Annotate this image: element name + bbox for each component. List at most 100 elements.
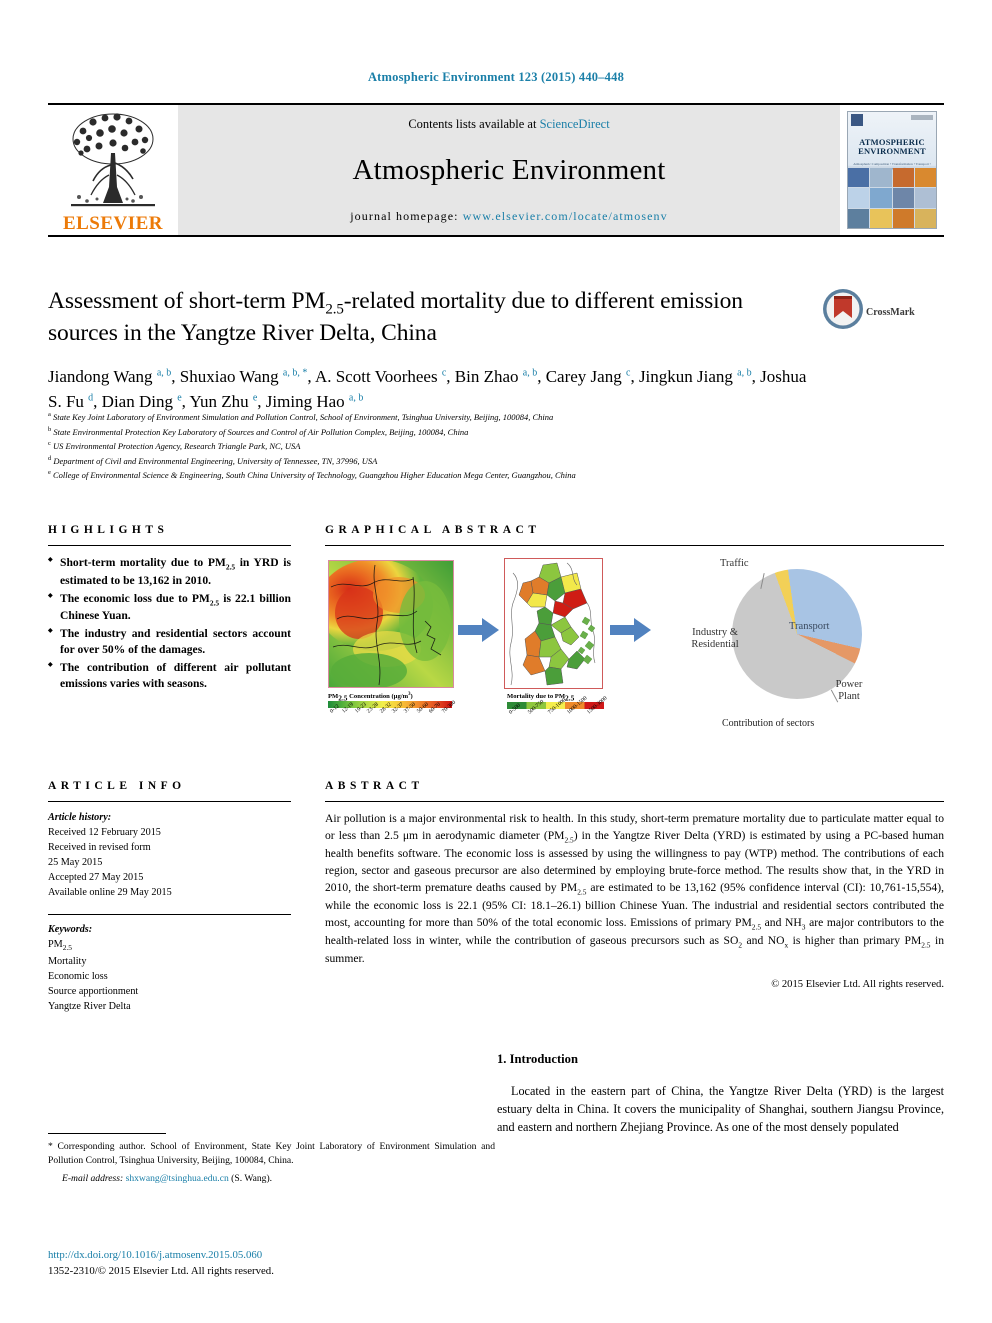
author-name: Shuxiao Wang bbox=[179, 367, 279, 387]
author-affiliation-mark: a, b bbox=[156, 367, 172, 379]
author-name: A. Scott Voorhees bbox=[314, 367, 438, 387]
email-address-link[interactable]: shxwang@tsinghua.edu.cn bbox=[126, 1173, 229, 1184]
pie-label-traffic: Traffic bbox=[720, 558, 749, 569]
author-list: Jiandong Wang a, b, Shuxiao Wang a, b, *… bbox=[48, 367, 807, 411]
cover-photo-grid bbox=[848, 168, 936, 228]
highlights-list: Short-term mortality due to PM2.5 in YRD… bbox=[48, 555, 291, 692]
keyword-item: Source apportionment bbox=[48, 985, 139, 997]
contents-prefix: Contents lists available at bbox=[408, 117, 537, 131]
right-arrow-icon bbox=[458, 618, 499, 642]
affiliation-item: a State Key Joint Laboratory of Environm… bbox=[48, 411, 554, 422]
elsevier-logo: ELSEVIER bbox=[48, 105, 178, 235]
author-affiliation-mark: a, b bbox=[522, 367, 538, 379]
introduction-heading: 1. Introduction bbox=[497, 1052, 578, 1066]
cover-barcode-mark bbox=[911, 115, 933, 120]
keywords-list: PM2.5 Mortality Economic loss Source apport… bbox=[48, 937, 291, 1014]
abstract-heading: ABSTRACT bbox=[325, 780, 424, 792]
corresponding-author-note: * Corresponding author. School of Enviro… bbox=[48, 1141, 495, 1166]
affiliation-item: b State Environmental Protection Key Lab… bbox=[48, 425, 469, 437]
page-title: Assessment of short-term PM2.5-related m… bbox=[48, 287, 818, 348]
author-affiliation-mark: d bbox=[88, 391, 94, 403]
affiliation-item: c US Environmental Protection Agency, Re… bbox=[48, 440, 301, 452]
pm25-map-raster bbox=[329, 561, 453, 687]
article-history-item: Received in revised form bbox=[48, 842, 151, 854]
article-history-item: Accepted 27 May 2015 bbox=[48, 872, 144, 884]
journal-article-page: Atmospheric Environment 123 (2015) 440–4… bbox=[0, 0, 992, 1323]
affiliation-label: c bbox=[48, 440, 51, 448]
cover-title-line2: ENVIRONMENT bbox=[858, 145, 926, 156]
introduction-paragraph: Located in the eastern part of China, th… bbox=[497, 1084, 944, 1134]
abstract-divider bbox=[325, 801, 944, 802]
introduction-section: 1. Introduction Located in the eastern p… bbox=[497, 1052, 944, 1137]
journal-cover-thumbnail: ATMOSPHERIC ENVIRONMENT Atmospheric Comp… bbox=[840, 105, 944, 235]
article-history-block: Article history: Received 12 February 20… bbox=[48, 810, 291, 901]
footnote-rule bbox=[48, 1133, 166, 1134]
journal-homepage-line: journal homepage: www.elsevier.com/locat… bbox=[350, 209, 668, 224]
keywords-label: Keywords: bbox=[48, 923, 93, 935]
abstract-text: Air pollution is a major environmental r… bbox=[325, 812, 944, 966]
abstract-section: ABSTRACT Air pollution is a major enviro… bbox=[325, 780, 944, 990]
email-line: E-mail address: shxwang@tsinghua.edu.cn … bbox=[48, 1173, 495, 1184]
cover-title: ATMOSPHERIC ENVIRONMENT bbox=[848, 138, 936, 156]
mortality-colorbar-ticks: 0-500 500-750 750-1000 1000-1500 1500-3000 bbox=[508, 695, 608, 717]
crossmark-badge[interactable]: CrossMark bbox=[822, 288, 944, 340]
article-info-section: ARTICLE INFO Article history: Received 1… bbox=[48, 780, 291, 1014]
running-head: Atmospheric Environment 123 (2015) 440–4… bbox=[367, 70, 625, 84]
crossmark-icon bbox=[823, 289, 863, 329]
author-name: Carey Jang bbox=[545, 367, 622, 387]
highlight-item: The economic loss due to PM2.5 is 22.1 b… bbox=[48, 591, 291, 625]
pie-label-transport: Transport bbox=[789, 621, 830, 632]
author-name: Jiandong Wang bbox=[48, 367, 153, 387]
author-affiliation-mark: a, b, * bbox=[282, 367, 308, 379]
flow-arrow-2 bbox=[610, 617, 652, 643]
article-history-list: Received 12 February 2015 Received in rev… bbox=[48, 825, 291, 900]
affiliation-label: d bbox=[48, 454, 52, 462]
graphical-abstract-divider bbox=[325, 545, 944, 546]
author-name: Jiming Hao bbox=[265, 391, 345, 411]
pie-label-industry-residential: Industry & Residential bbox=[691, 627, 739, 651]
highlight-item: The contribution of different air pollut… bbox=[48, 660, 291, 692]
author-name: Yun Zhu bbox=[189, 391, 249, 411]
keyword-item: Mortality bbox=[48, 955, 87, 967]
doi-link[interactable]: http://dx.doi.org/10.1016/j.atmosenv.201… bbox=[48, 1249, 262, 1261]
journal-masthead: ELSEVIER Contents lists available at Sci… bbox=[48, 103, 944, 237]
title-subscript: 2.5 bbox=[325, 301, 344, 318]
pie-label-power-plant: Power Plant bbox=[835, 679, 863, 703]
affiliation-label: b bbox=[48, 425, 52, 433]
doi-block: http://dx.doi.org/10.1016/j.atmosenv.201… bbox=[48, 1245, 495, 1277]
pm25-colorbar-ticks: 0-12 12-19 19-23 23-28 28-32 32-37 37-50 50-60 6… bbox=[329, 700, 457, 716]
graphical-abstract-body: PM2.5 Concentration (µg/m3) 0-12 12-19 19-… bbox=[325, 555, 944, 733]
homepage-url-link[interactable]: www.elsevier.com/locate/atmosenv bbox=[463, 209, 668, 223]
keyword-item: Yangtze River Delta bbox=[48, 1000, 131, 1012]
keyword-item: PM2.5 bbox=[48, 938, 72, 952]
cover-elsevier-mark bbox=[851, 114, 863, 126]
journal-title: Atmospheric Environment bbox=[352, 154, 666, 186]
email-label: E-mail address: bbox=[62, 1172, 124, 1184]
affiliation-item: e College of Environmental Science & Eng… bbox=[48, 469, 576, 481]
highlights-heading: HIGHLIGHTS bbox=[48, 524, 169, 536]
right-arrow-icon bbox=[610, 618, 651, 642]
article-info-divider bbox=[48, 801, 291, 802]
article-info-heading: ARTICLE INFO bbox=[48, 780, 186, 792]
article-history-item: Available online 29 May 2015 bbox=[48, 887, 172, 899]
masthead-center: Contents lists available at ScienceDirec… bbox=[178, 105, 840, 235]
keywords-block: Keywords: PM2.5 Mortality Economic loss Sou… bbox=[48, 922, 291, 1014]
pm25-concentration-map bbox=[328, 560, 454, 688]
contents-available-line: Contents lists available at ScienceDirec… bbox=[408, 117, 609, 132]
pie-chart-caption: Contribution of sectors bbox=[722, 718, 815, 729]
author-name: Jingkun Jiang bbox=[638, 367, 733, 387]
author-affiliation-mark: a, b bbox=[348, 391, 364, 403]
abstract-copyright: © 2015 Elsevier Ltd. All rights reserved… bbox=[771, 979, 944, 991]
sciencedirect-link[interactable]: ScienceDirect bbox=[540, 117, 610, 131]
author-affiliation-mark: c bbox=[441, 367, 447, 379]
elsevier-tree-icon bbox=[71, 113, 155, 207]
issn-copyright: 1352-2310/© 2015 Elsevier Ltd. All right… bbox=[48, 1265, 274, 1277]
author-affiliation-mark: e bbox=[177, 391, 182, 403]
article-history-label: Article history: bbox=[48, 812, 112, 823]
highlight-item: Short-term mortality due to PM2.5 in YRD… bbox=[48, 555, 291, 589]
highlight-item: The industry and residential sectors acc… bbox=[48, 626, 291, 658]
article-history-item: 25 May 2015 bbox=[48, 857, 103, 869]
highlights-divider bbox=[48, 545, 291, 546]
affiliation-label: a bbox=[48, 411, 51, 418]
author-affiliation-mark: e bbox=[252, 391, 258, 403]
